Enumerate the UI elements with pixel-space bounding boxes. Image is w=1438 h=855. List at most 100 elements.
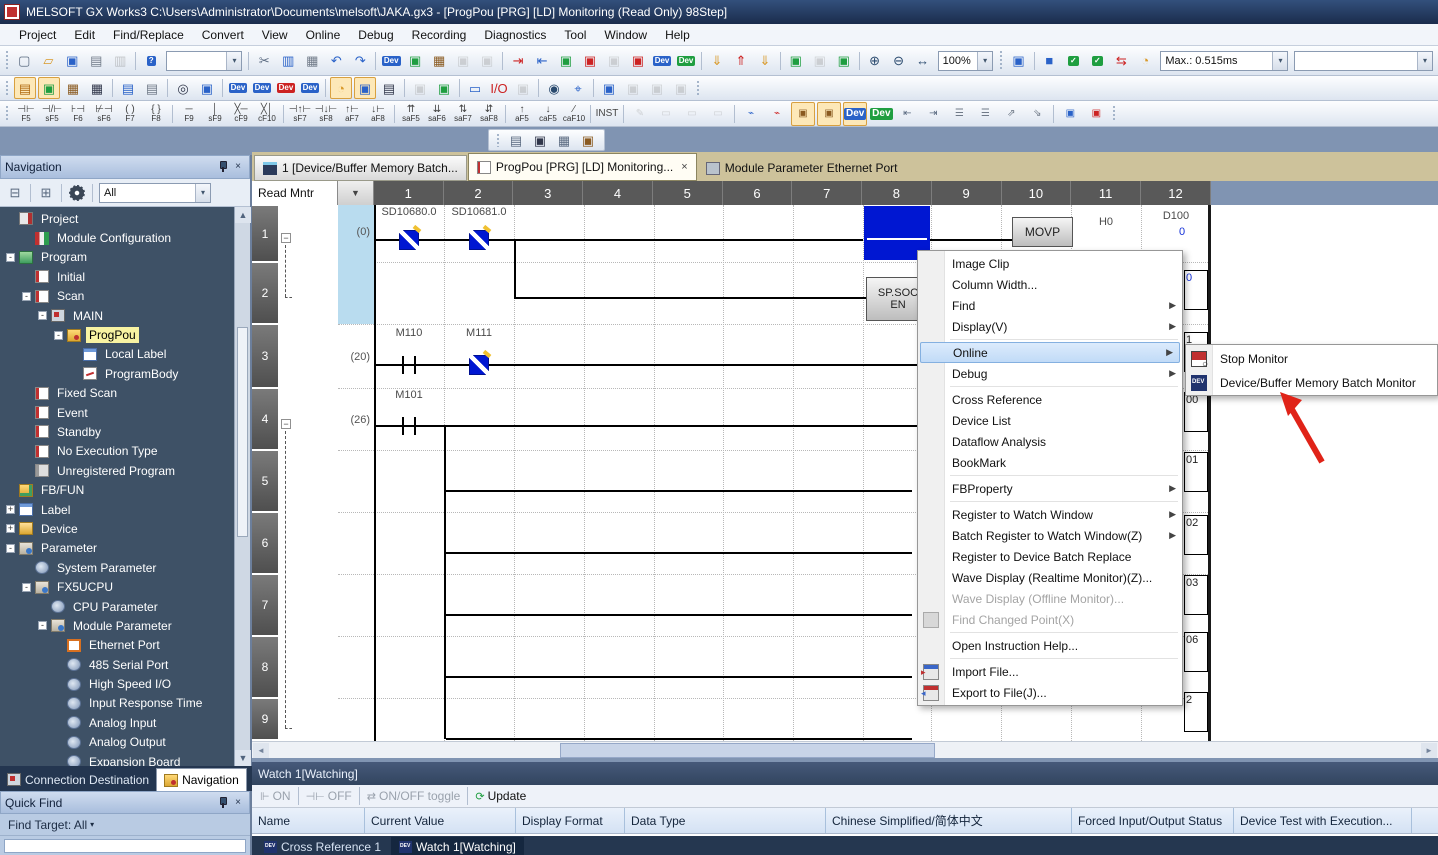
- statement-display-icon[interactable]: ▤: [505, 129, 527, 151]
- image-clip-tb-icon[interactable]: ▣: [1008, 50, 1030, 72]
- tree-item-ethernet-port[interactable]: Ethernet Port: [0, 636, 234, 655]
- pin-icon[interactable]: [215, 796, 229, 810]
- watch-column-4[interactable]: Data Type: [625, 808, 826, 833]
- tree-item-module-configuration[interactable]: Module Configuration: [0, 228, 234, 247]
- close-contact-icon[interactable]: ⊣/⊢sF5: [40, 102, 64, 126]
- panel-tab-navigation[interactable]: Navigation: [156, 768, 247, 791]
- help-icon[interactable]: ?: [140, 50, 162, 72]
- horizontal-scrollbar[interactable]: ◄ ►: [252, 741, 1438, 758]
- find-target-selector[interactable]: Find Target: All▾: [0, 814, 250, 836]
- menu-item-register-to-device-batch-replace[interactable]: Register to Device Batch Replace: [918, 546, 1182, 567]
- read-from-plc-icon[interactable]: ⇤: [531, 50, 553, 72]
- dropdown-arrow-icon[interactable]: ▾: [195, 184, 210, 202]
- watch-column-6[interactable]: Forced Input/Output Status: [1072, 808, 1234, 833]
- application-instruction-icon[interactable]: { }F8: [144, 102, 168, 126]
- menu-item-find[interactable]: Find▶: [918, 295, 1182, 316]
- tree-item-analog-output[interactable]: Analog Output: [0, 733, 234, 752]
- menu-edit[interactable]: Edit: [65, 26, 104, 44]
- program-list-icon[interactable]: ▤: [117, 77, 139, 99]
- watch-on-off-toggle-button[interactable]: ⇄ON/OFF toggle: [367, 789, 461, 803]
- register-favorite-2-icon[interactable]: ▣: [1084, 102, 1108, 126]
- tree-item-scan[interactable]: -Scan: [0, 287, 234, 306]
- tree-item-standby[interactable]: Standby: [0, 422, 234, 441]
- tree-item-progpou[interactable]: -ProgPou: [0, 325, 234, 344]
- register-watch-green-icon[interactable]: ▣: [785, 50, 807, 72]
- scroll-thumb[interactable]: [560, 743, 935, 758]
- tree-item-analog-input[interactable]: Analog Input: [0, 713, 234, 732]
- watch-column-2[interactable]: Current Value: [365, 808, 516, 833]
- menu-item-import-file[interactable]: Import File...: [918, 661, 1182, 682]
- device-batch-replace-icon[interactable]: Dev: [275, 77, 297, 99]
- collapse-icon[interactable]: -: [54, 331, 63, 340]
- watch-column-3[interactable]: Display Format: [516, 808, 625, 833]
- scroll-left-icon[interactable]: ◄: [253, 743, 269, 758]
- register-watch-gray-icon[interactable]: ▣: [809, 50, 831, 72]
- tree-scrollbar[interactable]: ▲ ▼: [234, 207, 250, 766]
- watch-column-5[interactable]: Chinese Simplified/简体中文: [826, 808, 1072, 833]
- expand-icon[interactable]: +: [6, 505, 15, 514]
- tree-item-no-execution-type[interactable]: No Execution Type: [0, 442, 234, 461]
- device-eye-icon[interactable]: ◉: [543, 77, 565, 99]
- tree-item-module-parameter[interactable]: -Module Parameter: [0, 616, 234, 635]
- menu-debug[interactable]: Debug: [349, 26, 402, 44]
- free-combo[interactable]: ▾: [1294, 51, 1432, 71]
- element-selection-icon[interactable]: ▣: [38, 77, 60, 99]
- note-gray-2-icon[interactable]: ▭: [706, 102, 730, 126]
- menu-help[interactable]: Help: [656, 26, 699, 44]
- watch-tab-watch-1-watching-[interactable]: DEVWatch 1[Watching]: [391, 837, 524, 855]
- menu-item-column-width[interactable]: Column Width...: [918, 274, 1182, 295]
- menu-view[interactable]: View: [253, 26, 297, 44]
- cut-icon[interactable]: ✂: [253, 50, 275, 72]
- horizontal-line-icon[interactable]: ─F9: [177, 102, 201, 126]
- edit-gray-2-icon[interactable]: ▭: [654, 102, 678, 126]
- vertical-line-icon[interactable]: │sF9: [203, 102, 227, 126]
- invert-result-icon[interactable]: ↑aF5: [510, 102, 534, 126]
- fb-gray-icon[interactable]: ▣: [409, 77, 431, 99]
- register-watch-2-icon[interactable]: ▣: [833, 50, 855, 72]
- menu-item-find-changed-point-x[interactable]: Find Changed Point(X): [918, 609, 1182, 630]
- search-combo[interactable]: ▾: [166, 51, 242, 71]
- remote-gray-icon[interactable]: ▣: [603, 50, 625, 72]
- write-to-plc-icon[interactable]: ⇥: [507, 50, 529, 72]
- tree-item-parameter[interactable]: -Parameter: [0, 539, 234, 558]
- menu-recording[interactable]: Recording: [403, 26, 476, 44]
- rising-pulse-close-contact-icon[interactable]: ⇈saF5: [399, 102, 423, 126]
- statement-jump-icon[interactable]: ⇗: [999, 102, 1023, 126]
- collapse-icon[interactable]: -: [38, 311, 47, 320]
- menu-window[interactable]: Window: [595, 26, 656, 44]
- tree-item-label[interactable]: +Label: [0, 500, 234, 519]
- start-monitor-window-icon[interactable]: ▣: [404, 50, 426, 72]
- watch-column-7[interactable]: Device Test with Execution...: [1234, 808, 1412, 833]
- menu-find-replace[interactable]: Find/Replace: [104, 26, 193, 44]
- watch-window-tb-icon[interactable]: ▣: [354, 77, 376, 99]
- menu-project[interactable]: Project: [10, 26, 65, 44]
- pause-monitor-icon[interactable]: ■: [1038, 50, 1060, 72]
- menu-online[interactable]: Online: [297, 26, 350, 44]
- menu-item-cross-reference[interactable]: Cross Reference: [918, 389, 1182, 410]
- pin-icon[interactable]: [215, 160, 229, 174]
- link-gray-2-icon[interactable]: ▣: [646, 77, 668, 99]
- collapse-icon[interactable]: -: [38, 621, 47, 630]
- tree-item-event[interactable]: Event: [0, 403, 234, 422]
- menu-convert[interactable]: Convert: [193, 26, 253, 44]
- find-contact-icon[interactable]: ▣: [791, 102, 815, 126]
- rising-pulse-contact-icon[interactable]: ⊣↑⊢sF7: [288, 102, 312, 126]
- io-assignment-icon[interactable]: ▦: [62, 77, 84, 99]
- menu-item-display-v[interactable]: Display(V)▶: [918, 316, 1182, 337]
- check-program-1-icon[interactable]: ✓: [1062, 50, 1084, 72]
- tree-item-device[interactable]: +Device: [0, 519, 234, 538]
- tree-collapse-icon[interactable]: ⊟: [4, 182, 26, 204]
- tree-item-input-response-time[interactable]: Input Response Time: [0, 694, 234, 713]
- edit-note-icon[interactable]: ▭: [464, 77, 486, 99]
- collapse-icon[interactable]: −: [281, 233, 291, 243]
- open-project-icon[interactable]: ▱: [37, 50, 59, 72]
- convert-rising-icon[interactable]: ↓caF5: [536, 102, 560, 126]
- check-program-2-icon[interactable]: ✓: [1086, 50, 1108, 72]
- falling-pulse-contact-icon[interactable]: ⊣↓⊢sF8: [314, 102, 338, 126]
- insert-row-right-icon[interactable]: ⇥: [921, 102, 945, 126]
- dropdown-arrow-icon[interactable]: ▾: [1272, 52, 1287, 70]
- device-reference-icon[interactable]: Dev: [299, 77, 321, 99]
- menu-item-wave-display-realtime-monitor-z[interactable]: Wave Display (Realtime Monitor)(Z)...: [918, 567, 1182, 588]
- find-binoculars-icon[interactable]: ◎: [172, 77, 194, 99]
- falling-pulse-close-contact-icon[interactable]: ⇊saF6: [425, 102, 449, 126]
